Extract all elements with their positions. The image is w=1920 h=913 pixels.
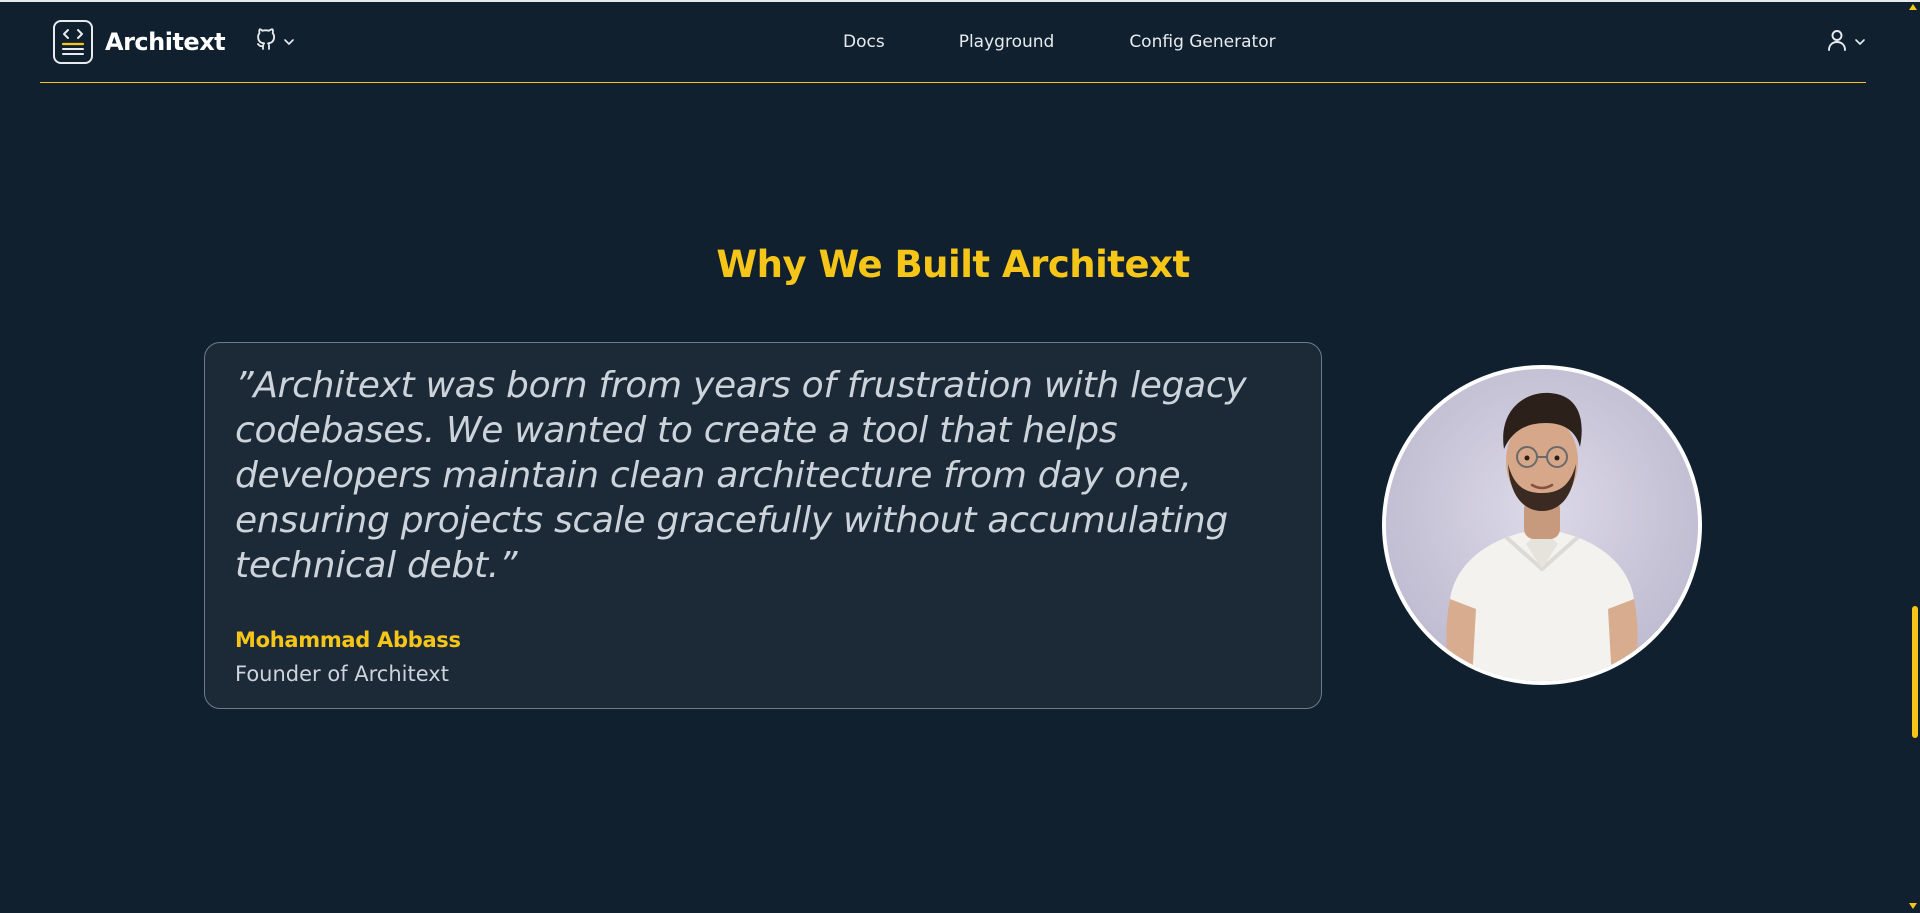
user-menu[interactable] bbox=[1826, 2, 1866, 82]
brand[interactable]: Architext bbox=[53, 20, 226, 64]
github-icon bbox=[255, 28, 277, 56]
testimonial-role: Founder of Architext bbox=[235, 662, 449, 686]
nav-link-config-generator[interactable]: Config Generator bbox=[1129, 32, 1275, 52]
brand-name: Architext bbox=[105, 28, 226, 56]
github-dropdown[interactable] bbox=[255, 28, 295, 56]
section-title: Why We Built Architext bbox=[716, 242, 1190, 286]
code-document-icon bbox=[53, 20, 93, 64]
scrollbar-thumb[interactable] bbox=[1912, 606, 1918, 738]
chevron-down-icon bbox=[1854, 33, 1866, 52]
scroll-down-arrow-icon[interactable] bbox=[1909, 903, 1917, 909]
nav-link-playground[interactable]: Playground bbox=[959, 32, 1055, 52]
chevron-down-icon bbox=[283, 33, 295, 52]
founder-avatar bbox=[1382, 365, 1702, 685]
nav-link-docs[interactable]: Docs bbox=[843, 32, 885, 52]
user-icon bbox=[1826, 28, 1848, 56]
navbar: Architext Docs Playground Config Generat… bbox=[40, 2, 1866, 83]
page-scrollbar[interactable] bbox=[1906, 0, 1920, 913]
testimonial-quote: ”Architext was born from years of frustr… bbox=[235, 365, 1247, 586]
scroll-up-arrow-icon[interactable] bbox=[1909, 4, 1917, 10]
testimonial-card: ”Architext was born from years of frustr… bbox=[204, 342, 1322, 709]
main-nav: Docs Playground Config Generator bbox=[843, 2, 1276, 82]
testimonial-author: Mohammad Abbass bbox=[235, 628, 461, 652]
